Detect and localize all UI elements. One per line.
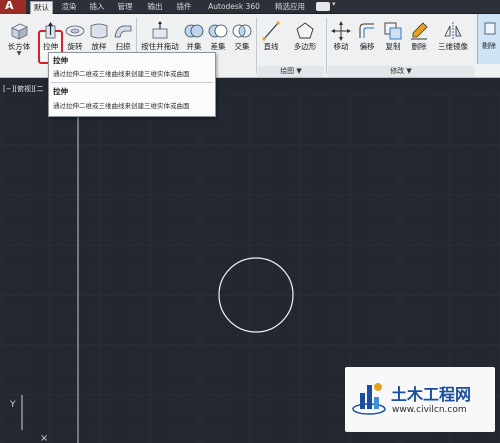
watermark: 土木工程网 www.civilcn.com (345, 367, 495, 432)
line-icon (262, 21, 280, 41)
offset-label: 偏移 (359, 42, 375, 51)
tooltip-desc: 通过拉伸二维或三维曲线来创建三维实体或曲面 (53, 102, 190, 110)
cull-label: 剔除 (482, 42, 496, 50)
copy-button[interactable]: 复制 (381, 14, 405, 68)
polygon-icon (296, 22, 314, 39)
sweep-label: 扫掠 (115, 42, 131, 51)
draw-panel-label[interactable]: 绘图 ▼ (258, 66, 324, 77)
offset-button[interactable]: 偏移 (355, 14, 379, 68)
application-menu-button[interactable]: A (0, 0, 26, 14)
mirror3d-label: 三维镜像 (438, 42, 468, 51)
presspull-icon (152, 21, 168, 39)
ucs-y-label: Y (9, 400, 16, 410)
move-button[interactable]: 移动 (329, 14, 353, 68)
watermark-title: 土木工程网 (391, 385, 472, 404)
line-label: 直线 (263, 42, 279, 51)
intersect-label: 交集 (234, 42, 250, 51)
tooltip-divider (51, 82, 213, 83)
tooltip-desc-top: 通过拉伸二维或三维曲线来创建三维实体或曲面 (53, 70, 190, 78)
sweep-icon (114, 25, 132, 38)
tab-insert[interactable]: 插入 (86, 1, 108, 14)
copy-icon (384, 22, 402, 40)
chevron-down-icon[interactable]: ▾ (332, 0, 336, 8)
intersect-button[interactable]: 交集 (231, 14, 253, 68)
viewport-control-label[interactable]: [−][俯视][二 (3, 84, 44, 94)
app-logo-icon: A (5, 0, 14, 12)
offset-icon (359, 23, 374, 38)
tab-manage[interactable]: 管理 (114, 1, 136, 14)
line-button[interactable]: 直线 (259, 14, 283, 68)
polygon-label: 多边形 (293, 42, 317, 51)
watermark-url: www.civilcn.com (392, 405, 467, 415)
union-icon (184, 24, 204, 38)
revolve-icon (65, 25, 85, 37)
tooltip-title-top: 拉伸 (53, 56, 68, 65)
chevron-down-icon: ▼ (16, 50, 22, 57)
erase-icon (411, 22, 428, 40)
copy-label: 复制 (385, 42, 401, 51)
tooltip-title: 拉伸 (53, 87, 68, 96)
tab-autodesk360[interactable]: Autodesk 360 (202, 1, 266, 14)
mirror3d-button[interactable]: 三维镜像 (433, 14, 473, 68)
erase-label: 删除 (411, 42, 427, 51)
mirror3d-icon (444, 22, 462, 40)
extrude-icon (45, 22, 55, 39)
autocad-window: Y × [−][俯视][二 A 默认 渲染 插入 管理 输出 插件 Autode… (0, 0, 500, 443)
panel-toggle-icon[interactable] (316, 2, 330, 11)
separator (326, 18, 327, 74)
revolve-label: 旋转 (67, 42, 83, 51)
tab-featured-apps[interactable]: 精选应用 (270, 1, 310, 14)
extrude-label: 拉伸 (43, 42, 58, 51)
erase-button[interactable]: 删除 (407, 14, 431, 68)
box-icon (11, 23, 28, 40)
subtract-label: 差集 (210, 42, 226, 51)
tab-output[interactable]: 输出 (144, 1, 166, 14)
tab-render[interactable]: 渲染 (58, 1, 80, 14)
cull-button[interactable]: 剔除 (477, 14, 500, 64)
box-button[interactable]: 长方体 ▼ (2, 14, 36, 68)
civilcn-logo-icon (352, 383, 386, 415)
subtract-icon (208, 24, 228, 38)
ucs-x-marker: × (40, 433, 48, 443)
presspull-label: 按住并拖动 (141, 42, 179, 51)
move-label: 移动 (333, 42, 349, 51)
tab-plugins[interactable]: 插件 (172, 1, 196, 14)
extrude-tooltip: 拉伸 通过拉伸二维或三维曲线来创建三维实体或曲面 拉伸 通过拉伸二维或三维曲线来… (48, 52, 216, 117)
separator (256, 18, 257, 74)
loft-icon (90, 23, 108, 39)
union-label: 并集 (186, 42, 202, 51)
intersect-icon (232, 24, 252, 38)
cull-icon (484, 22, 496, 35)
modify-panel-label[interactable]: 修改 ▼ (328, 66, 474, 77)
ribbon-tab-bar: A 默认 渲染 插入 管理 输出 插件 Autodesk 360 精选应用 ▾ (0, 0, 500, 14)
move-icon (331, 21, 351, 41)
polygon-button[interactable]: 多边形 (289, 14, 321, 68)
tab-default[interactable]: 默认 (30, 1, 53, 14)
loft-label: 放样 (91, 42, 107, 51)
